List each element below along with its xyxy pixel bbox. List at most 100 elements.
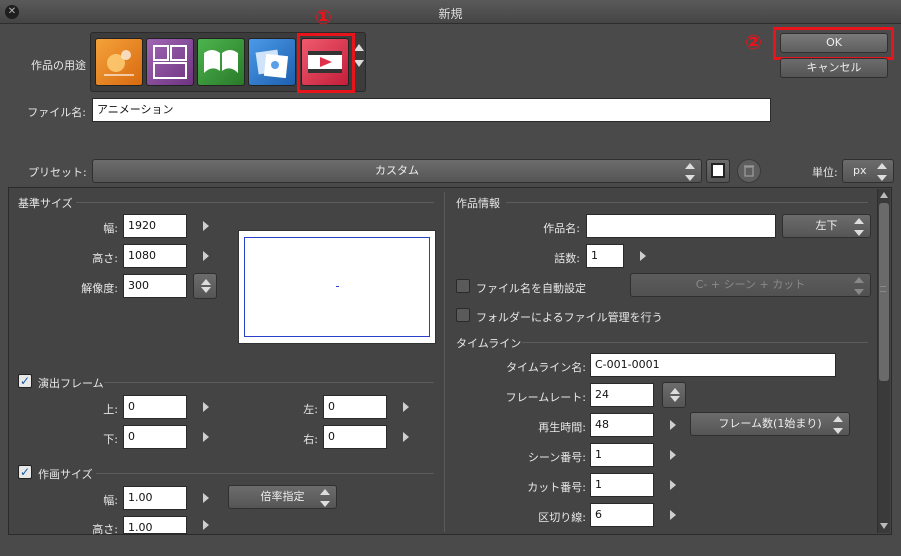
framerate-spinner[interactable] <box>662 382 686 408</box>
position-select[interactable]: 左下 <box>782 214 871 238</box>
book-icon[interactable] <box>197 38 245 86</box>
save-icon <box>711 163 725 178</box>
divider-input[interactable]: 6 <box>590 503 654 527</box>
chevron-updown-icon <box>685 163 695 181</box>
cut-arrow-icon[interactable] <box>670 480 676 490</box>
timeline-name-label: タイムライン名: <box>506 361 586 374</box>
scene-input[interactable]: 1 <box>590 443 654 467</box>
section-divider <box>506 202 868 203</box>
marker-2: ② <box>745 30 762 54</box>
height-label: 高さ: <box>92 252 118 265</box>
playtime-input[interactable]: 48 <box>590 413 654 437</box>
section-divider <box>522 342 868 343</box>
canvas-preview <box>238 230 436 344</box>
top-input[interactable]: 0 <box>123 395 187 419</box>
trash-icon <box>744 165 754 177</box>
scroll-down-icon[interactable] <box>880 523 888 529</box>
framerate-input[interactable]: 24 <box>590 383 654 407</box>
unit-label: 単位: <box>812 166 838 179</box>
illustration-icon[interactable] <box>95 38 143 86</box>
timeline-name-input[interactable]: C-001-0001 <box>590 353 836 377</box>
divider-label: 区切り線: <box>538 511 586 524</box>
chevron-updown-icon <box>833 416 843 434</box>
episode-label: 話数: <box>554 252 580 265</box>
scene-arrow-icon[interactable] <box>670 450 676 460</box>
chevron-updown-icon <box>854 218 864 236</box>
ok-button[interactable]: OK <box>780 33 888 53</box>
left-input[interactable]: 0 <box>323 395 387 419</box>
canvas-height-arrow-icon[interactable] <box>203 520 209 530</box>
preset-label: プリセット: <box>28 166 87 179</box>
right-arrow-icon[interactable] <box>403 432 409 442</box>
bottom-input[interactable]: 0 <box>123 425 187 449</box>
highlight-box-1 <box>297 33 355 93</box>
title-bar: ✕ 新規 <box>0 0 901 24</box>
chevron-updown-icon <box>320 489 330 507</box>
auto-filename-label: ファイル名を自動設定 <box>476 282 586 295</box>
comic-icon[interactable] <box>146 38 194 86</box>
resolution-label: 解像度: <box>81 282 118 295</box>
canvas-width-input[interactable]: 1.00 <box>123 486 187 510</box>
preset-value: カスタム <box>375 164 419 177</box>
canvas-height-input[interactable]: 1.00 <box>123 516 187 534</box>
width-label: 幅: <box>103 222 118 235</box>
bottom-arrow-icon[interactable] <box>203 432 209 442</box>
filename-input[interactable]: アニメーション <box>92 98 771 122</box>
section-divider <box>96 473 434 474</box>
canvas-width-label: 幅: <box>103 494 118 507</box>
height-input[interactable]: 1080 <box>123 244 187 268</box>
canvas-size-label: 作画サイズ <box>38 468 93 481</box>
direction-frame-checkbox[interactable]: ✓ <box>18 374 32 388</box>
resolution-spinner[interactable] <box>193 273 217 299</box>
playtime-arrow-icon[interactable] <box>670 420 676 430</box>
save-preset-button[interactable] <box>706 159 730 183</box>
episode-input[interactable]: 1 <box>586 244 624 268</box>
right-input[interactable]: 0 <box>323 425 387 449</box>
auto-filename-select[interactable]: C- + シーン + カット <box>630 273 871 297</box>
left-arrow-icon[interactable] <box>403 402 409 412</box>
top-label: 上: <box>103 403 118 416</box>
scrollbar-thumb[interactable] <box>879 203 889 381</box>
section-divider <box>104 382 434 383</box>
resolution-input[interactable]: 300 <box>123 274 187 298</box>
cancel-button[interactable]: キャンセル <box>780 58 888 78</box>
print-icon[interactable] <box>248 38 296 86</box>
chevron-updown-icon <box>877 163 887 181</box>
canvas-width-arrow-icon[interactable] <box>203 493 209 503</box>
auto-filename-checkbox[interactable] <box>456 279 470 293</box>
position-value: 左下 <box>815 219 838 232</box>
framerate-label: フレームレート: <box>505 391 586 404</box>
base-size-title: 基準サイズ <box>18 197 73 210</box>
cut-label: カット番号: <box>527 481 586 494</box>
width-arrow-icon[interactable] <box>203 221 209 231</box>
height-arrow-icon[interactable] <box>203 251 209 261</box>
right-label: 右: <box>303 433 318 446</box>
scroll-grip-icon <box>880 286 886 292</box>
window-title: 新規 <box>438 7 463 21</box>
work-name-label: 作品名: <box>543 222 580 235</box>
width-input[interactable]: 1920 <box>123 214 187 238</box>
scrollbar[interactable] <box>877 189 890 533</box>
marker-1: ① <box>315 5 332 29</box>
top-arrow-icon[interactable] <box>203 402 209 412</box>
folder-manage-checkbox[interactable] <box>456 308 470 322</box>
delete-preset-button[interactable] <box>737 159 761 183</box>
left-label: 左: <box>303 403 318 416</box>
canvas-size-checkbox[interactable]: ✓ <box>18 465 32 479</box>
section-divider <box>76 202 434 203</box>
scroll-up-icon[interactable] <box>880 192 888 198</box>
scale-select[interactable]: 倍率指定 <box>228 485 337 509</box>
canvas-height-label: 高さ: <box>92 523 118 536</box>
cut-input[interactable]: 1 <box>590 473 654 497</box>
divider-arrow-icon[interactable] <box>670 510 676 520</box>
canvas-center-mark <box>336 286 339 287</box>
work-name-input[interactable] <box>586 214 776 238</box>
column-divider <box>444 192 445 532</box>
frame-count-value: フレーム数(1始まり) <box>718 417 822 430</box>
unit-select[interactable]: px <box>842 159 894 183</box>
preset-select[interactable]: カスタム <box>92 159 702 183</box>
episode-arrow-icon[interactable] <box>640 251 646 261</box>
frame-count-select[interactable]: フレーム数(1始まり) <box>690 412 850 436</box>
scene-label: シーン番号: <box>527 451 586 464</box>
usage-scroll-arrows[interactable] <box>354 44 364 70</box>
